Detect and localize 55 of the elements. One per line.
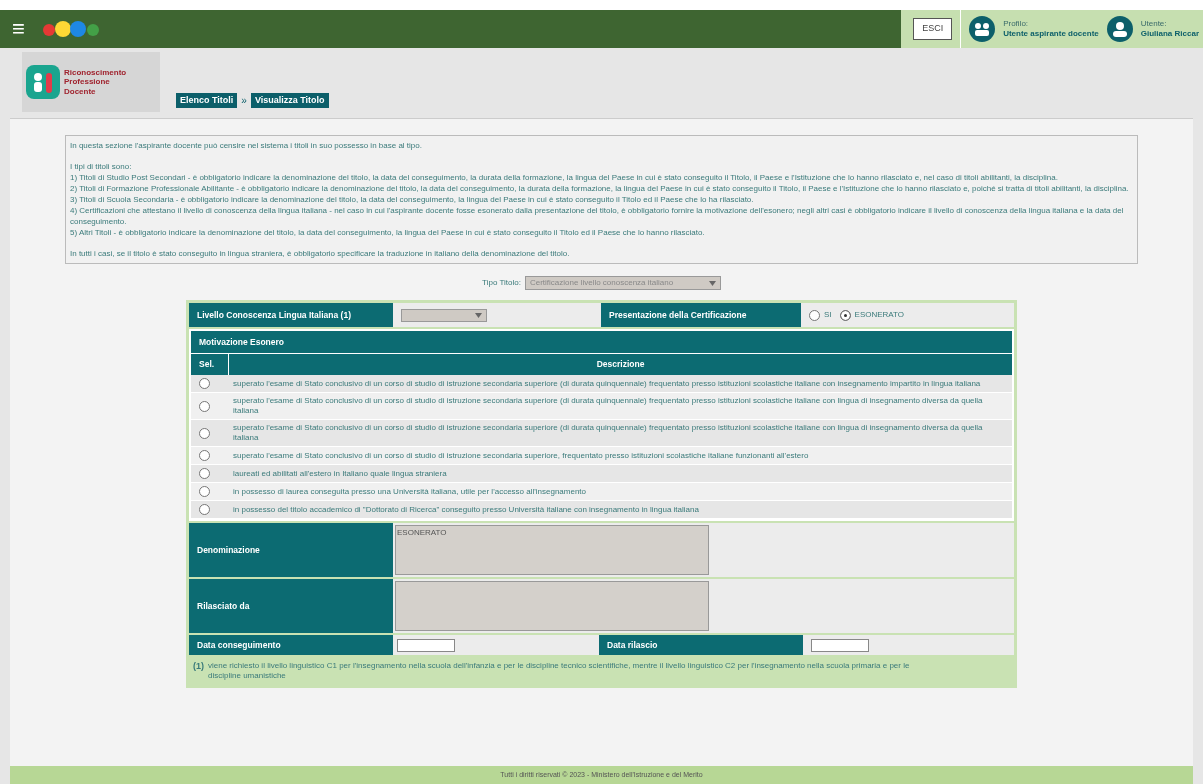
breadcrumb-separator: » — [241, 93, 247, 108]
denominazione-label: Denominazione — [189, 523, 393, 577]
menu-icon[interactable]: ≡ — [12, 18, 25, 40]
user-icon — [1106, 16, 1133, 42]
livello-select[interactable] — [401, 308, 487, 322]
table-cell-text: superato l'esame di Stato conclusivo di un corso di studio di istruzione secondaria superiore (di durata quinquennale) frequentato presso istituzioni scolastiche italiane con lingua di insegnamento diversa da quella italiana — [232, 422, 984, 444]
radio-button[interactable] — [199, 468, 210, 479]
app-title-line: Docente — [64, 86, 97, 96]
data-rilascio-field[interactable] — [811, 638, 869, 652]
data-rilascio-label: Data rilascio — [599, 635, 803, 655]
presentazione-label: Presentazione della Certificazione — [601, 303, 801, 327]
column-header: Descrizione — [229, 354, 1012, 375]
radio-button[interactable] — [839, 309, 851, 321]
tipo-titolo-label: Tipo Titolo: — [482, 277, 521, 289]
radio-button[interactable] — [199, 427, 210, 439]
table-title: Motivazione Esonero — [191, 331, 1012, 353]
dropdown-icon — [708, 280, 716, 286]
radio-button[interactable] — [199, 486, 210, 497]
radio-button[interactable] — [809, 309, 820, 321]
user-label: Utente: — [1140, 19, 1168, 29]
data-conseguimento-label: Data conseguimento — [189, 635, 393, 655]
table-cell-text: superato l'esame di Stato conclusivo di un corso di studio di istruzione secondaria superiore (di durata quinquennale) frequentato presso istituzioni scolastiche italiane con insegnamento impartito in lingua italiana — [232, 377, 982, 390]
app-title-line: Riconoscimento — [64, 68, 127, 78]
radio-label: ESONERATO — [854, 309, 905, 321]
radio-button[interactable] — [199, 400, 210, 412]
radio-label: SI — [824, 309, 832, 321]
note-mark: (1) — [193, 661, 204, 673]
table-cell-text: superato l'esame di Stato conclusivo di un corso di studio di istruzione secondaria superiore, frequentato presso istituzioni scolastiche italiane funzionanti all'estero — [232, 449, 810, 462]
app-logo-icon — [26, 65, 60, 99]
radio-button[interactable] — [199, 504, 210, 515]
radio-button[interactable] — [199, 450, 210, 461]
rilasciato-da-label: Rilasciato da — [189, 579, 393, 633]
table-cell-text: laureati ed abilitati all'estero in Italiano quale lingua straniera — [232, 467, 448, 480]
breadcrumb-link[interactable]: Visualizza Titolo — [250, 92, 329, 108]
radio-button[interactable] — [199, 378, 210, 389]
table-cell-text: superato l'esame di Stato conclusivo di un corso di studio di istruzione secondaria superiore (di durata quinquennale) frequentato presso istituzioni scolastiche italiane con lingua di insegnamento diversa da quella italiana — [232, 395, 984, 417]
data-conseguimento-field[interactable] — [397, 638, 455, 652]
profile-value: Utente aspirante docente — [1003, 29, 1099, 39]
column-header: Sel. — [191, 354, 229, 375]
table-cell-text: in possesso del titolo accademico di "Dottorato di Ricerca" conseguito presso Università italiane con insegnamento in lingua italiana — [232, 503, 700, 516]
intro-paragraph: In questa sezione l'aspirante docente può censire nel sistema i titoli in suo possesso in base al tipo. — [70, 140, 423, 151]
profile-icon — [969, 16, 996, 42]
note-text: viene richiesto il livello linguistico C1 per l'insegnamento nella scuola dell'infanzia e per le discipline tecnico scientifiche, mentre il livello linguistico C2 per l'insegnamento nella scuola primaria e per le discipline umanistiche — [208, 661, 911, 681]
intro-paragraph: In tutti i casi, se il titolo è stato conseguito in lingua straniera, è obbligatorio specificare la traduzione in italiano della denominazione del titolo. — [70, 248, 571, 259]
logout-button[interactable]: ESCI — [913, 18, 953, 40]
intro-paragraph: I tipi di titoli sono: 1) Titoli di Studio Post Secondari - è obbligatorio indicare la denominazione del titolo, la data del conseguimento, la durata della formazione, la lingua del Paese in cui è stato conseguito il Titolo, il Paese e l'Istituzione che lo hanno rilasciato e, nel caso di titoli abilitanti, la disciplina. 2) Titoli di Formazione Professionale Abilitante - è obbligatorio indicare la denominazione del titolo, la data del conseguimento, la durata della formazione, la lingua del Paese in cui è stato conseguito il Titolo, il Paese e l'Istituzione che lo hanno rilasciato e, poiché si tratta di titoli abilitanti, la disciplina. 3) Titoli di Scuola Secondaria - è obbligatorio indicare la denominazione del titolo, la data del conseguimento, la lingua del Paese in cui è stato conseguito il Titolo ed il Paese che lo ha rilasciato. 4) Certificazioni che attestano il livello di conoscenza della lingua italiana - nel caso in cui l'aspirante docente fosse esonerato dalla presentazione del titolo, è obbligatorio fornire la motivazione dell'esonero; negli altri casi è obbligatorio indicare il livello di conoscenza della lingua italiana e la data del conseguimento. 5) Altri Titoli - è obbligatorio indicare la denominazione del titolo, la data del conseguimento, la lingua del Paese in cui è stato conseguito il Titolo ed il Paese che lo hanno rilasciato. — [70, 161, 1130, 238]
profile-label: Profilo: — [1003, 19, 1030, 29]
table-cell-text: in possesso di laurea conseguita presso una Università italiana, utile per l'accesso all'insegnamento — [232, 485, 588, 498]
user-value: Giuliana Riccar — [1140, 29, 1199, 39]
rilasciato-da-field[interactable] — [395, 581, 709, 631]
dropdown-icon — [475, 312, 482, 318]
app-title-line: Professione — [64, 77, 111, 87]
breadcrumb-link[interactable]: Elenco Titoli — [176, 92, 238, 108]
livello-label: Livello Conoscenza Lingua Italiana (1) — [189, 303, 393, 327]
denominazione-field[interactable]: ESONERATO — [395, 525, 709, 575]
